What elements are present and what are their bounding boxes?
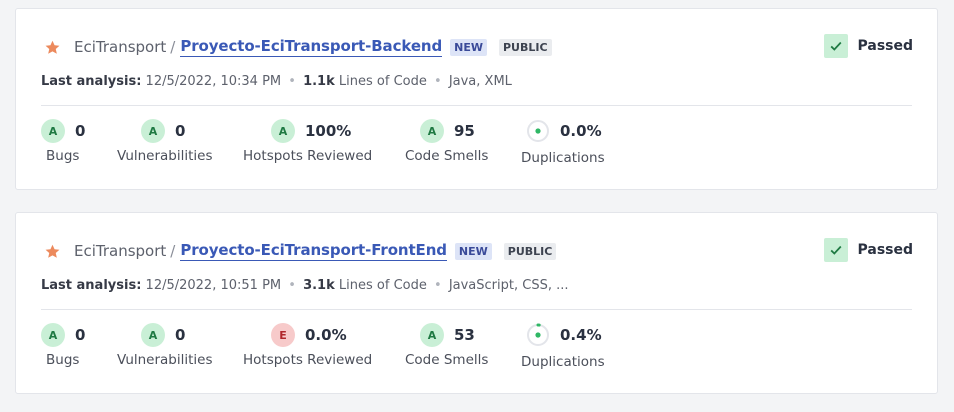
donut-icon bbox=[527, 323, 549, 346]
last-analysis-date: 12/5/2022, 10:34 PM bbox=[145, 74, 282, 89]
metric-value: 0 bbox=[75, 326, 86, 344]
metric-value: 0 bbox=[175, 326, 186, 344]
last-analysis-label: Last analysis: bbox=[41, 278, 142, 293]
lines-of-code-value: 1.1k bbox=[303, 74, 335, 89]
project-link[interactable]: Proyecto-EciTransport-Backend bbox=[180, 37, 442, 57]
public-badge: PUBLIC bbox=[498, 38, 552, 56]
metric-vulnerabilities[interactable]: A 0 Vulnerabilities bbox=[117, 119, 213, 164]
project-link[interactable]: Proyecto-EciTransport-FrontEnd bbox=[180, 241, 447, 261]
breadcrumb-separator: / bbox=[170, 242, 176, 260]
check-icon bbox=[824, 238, 849, 262]
lines-of-code-value: 3.1k bbox=[303, 278, 335, 293]
star-icon[interactable] bbox=[44, 243, 61, 260]
quality-gate-status[interactable]: Passed bbox=[824, 238, 913, 262]
metric-label: Hotspots Reviewed bbox=[243, 148, 373, 164]
metric-bugs[interactable]: A 0 Bugs bbox=[41, 119, 86, 164]
metric-value: 0 bbox=[175, 122, 186, 140]
quality-gate-status[interactable]: Passed bbox=[824, 34, 913, 58]
metric-hotspots-reviewed[interactable]: A 100% Hotspots Reviewed bbox=[243, 119, 372, 164]
info-separator: • bbox=[288, 278, 296, 293]
breadcrumb-separator: / bbox=[170, 38, 176, 56]
new-badge: NEW bbox=[454, 242, 492, 260]
new-badge: NEW bbox=[450, 38, 487, 56]
organization-name: EciTransport bbox=[74, 242, 167, 260]
rating-badge: E bbox=[271, 323, 295, 347]
metric-bugs[interactable]: A 0 Bugs bbox=[41, 323, 86, 368]
rating-badge: A bbox=[420, 323, 444, 347]
info-separator: • bbox=[288, 74, 296, 89]
check-icon bbox=[824, 34, 849, 58]
project-card: EciTransport / Proyecto-EciTransport-Bac… bbox=[15, 8, 938, 190]
metric-value: 95 bbox=[454, 122, 475, 140]
rating-badge: A bbox=[141, 119, 165, 143]
languages: Java, XML bbox=[448, 74, 512, 89]
analysis-info: Last analysis: 12/5/2022, 10:51 PM • 3.1… bbox=[41, 278, 569, 293]
lines-of-code-label: Lines of Code bbox=[338, 278, 427, 293]
metric-value: 0.0% bbox=[305, 326, 347, 344]
lines-of-code-label: Lines of Code bbox=[338, 74, 427, 89]
metric-value: 53 bbox=[454, 326, 475, 344]
info-separator: • bbox=[434, 278, 442, 293]
rating-badge: A bbox=[420, 119, 444, 143]
metric-code-smells[interactable]: A 53 Code Smells bbox=[405, 323, 488, 368]
project-card: EciTransport / Proyecto-EciTransport-Fro… bbox=[15, 212, 938, 394]
analysis-info: Last analysis: 12/5/2022, 10:34 PM • 1.1… bbox=[41, 74, 512, 89]
metric-value: 0.4% bbox=[560, 326, 602, 344]
metric-value: 100% bbox=[305, 122, 352, 140]
metric-hotspots-reviewed[interactable]: E 0.0% Hotspots Reviewed bbox=[243, 323, 372, 368]
project-header: EciTransport / Proyecto-EciTransport-Bac… bbox=[44, 36, 552, 58]
organization-name: EciTransport bbox=[74, 38, 167, 56]
metric-label: Duplications bbox=[521, 354, 605, 370]
rating-badge: A bbox=[41, 119, 65, 143]
metric-duplications[interactable]: 0.4% Duplications bbox=[521, 323, 605, 370]
project-header: EciTransport / Proyecto-EciTransport-Fro… bbox=[44, 240, 557, 262]
donut-icon bbox=[527, 120, 549, 142]
divider bbox=[41, 309, 912, 310]
info-separator: • bbox=[434, 74, 442, 89]
metric-label: Duplications bbox=[521, 150, 605, 166]
star-icon[interactable] bbox=[44, 39, 61, 56]
metric-value: 0.0% bbox=[560, 122, 602, 140]
metric-label: Hotspots Reviewed bbox=[243, 352, 373, 368]
public-badge: PUBLIC bbox=[503, 242, 557, 260]
divider bbox=[41, 105, 912, 106]
metric-code-smells[interactable]: A 95 Code Smells bbox=[405, 119, 488, 164]
quality-gate-label: Passed bbox=[857, 38, 913, 54]
rating-badge: A bbox=[271, 119, 295, 143]
last-analysis-date: 12/5/2022, 10:51 PM bbox=[145, 278, 282, 293]
last-analysis-label: Last analysis: bbox=[41, 74, 142, 89]
quality-gate-label: Passed bbox=[857, 242, 913, 258]
rating-badge: A bbox=[41, 323, 65, 347]
metric-value: 0 bbox=[75, 122, 86, 140]
languages: JavaScript, CSS, ... bbox=[448, 278, 569, 293]
rating-badge: A bbox=[141, 323, 165, 347]
metric-vulnerabilities[interactable]: A 0 Vulnerabilities bbox=[117, 323, 213, 368]
metric-duplications[interactable]: 0.0% Duplications bbox=[521, 119, 605, 166]
